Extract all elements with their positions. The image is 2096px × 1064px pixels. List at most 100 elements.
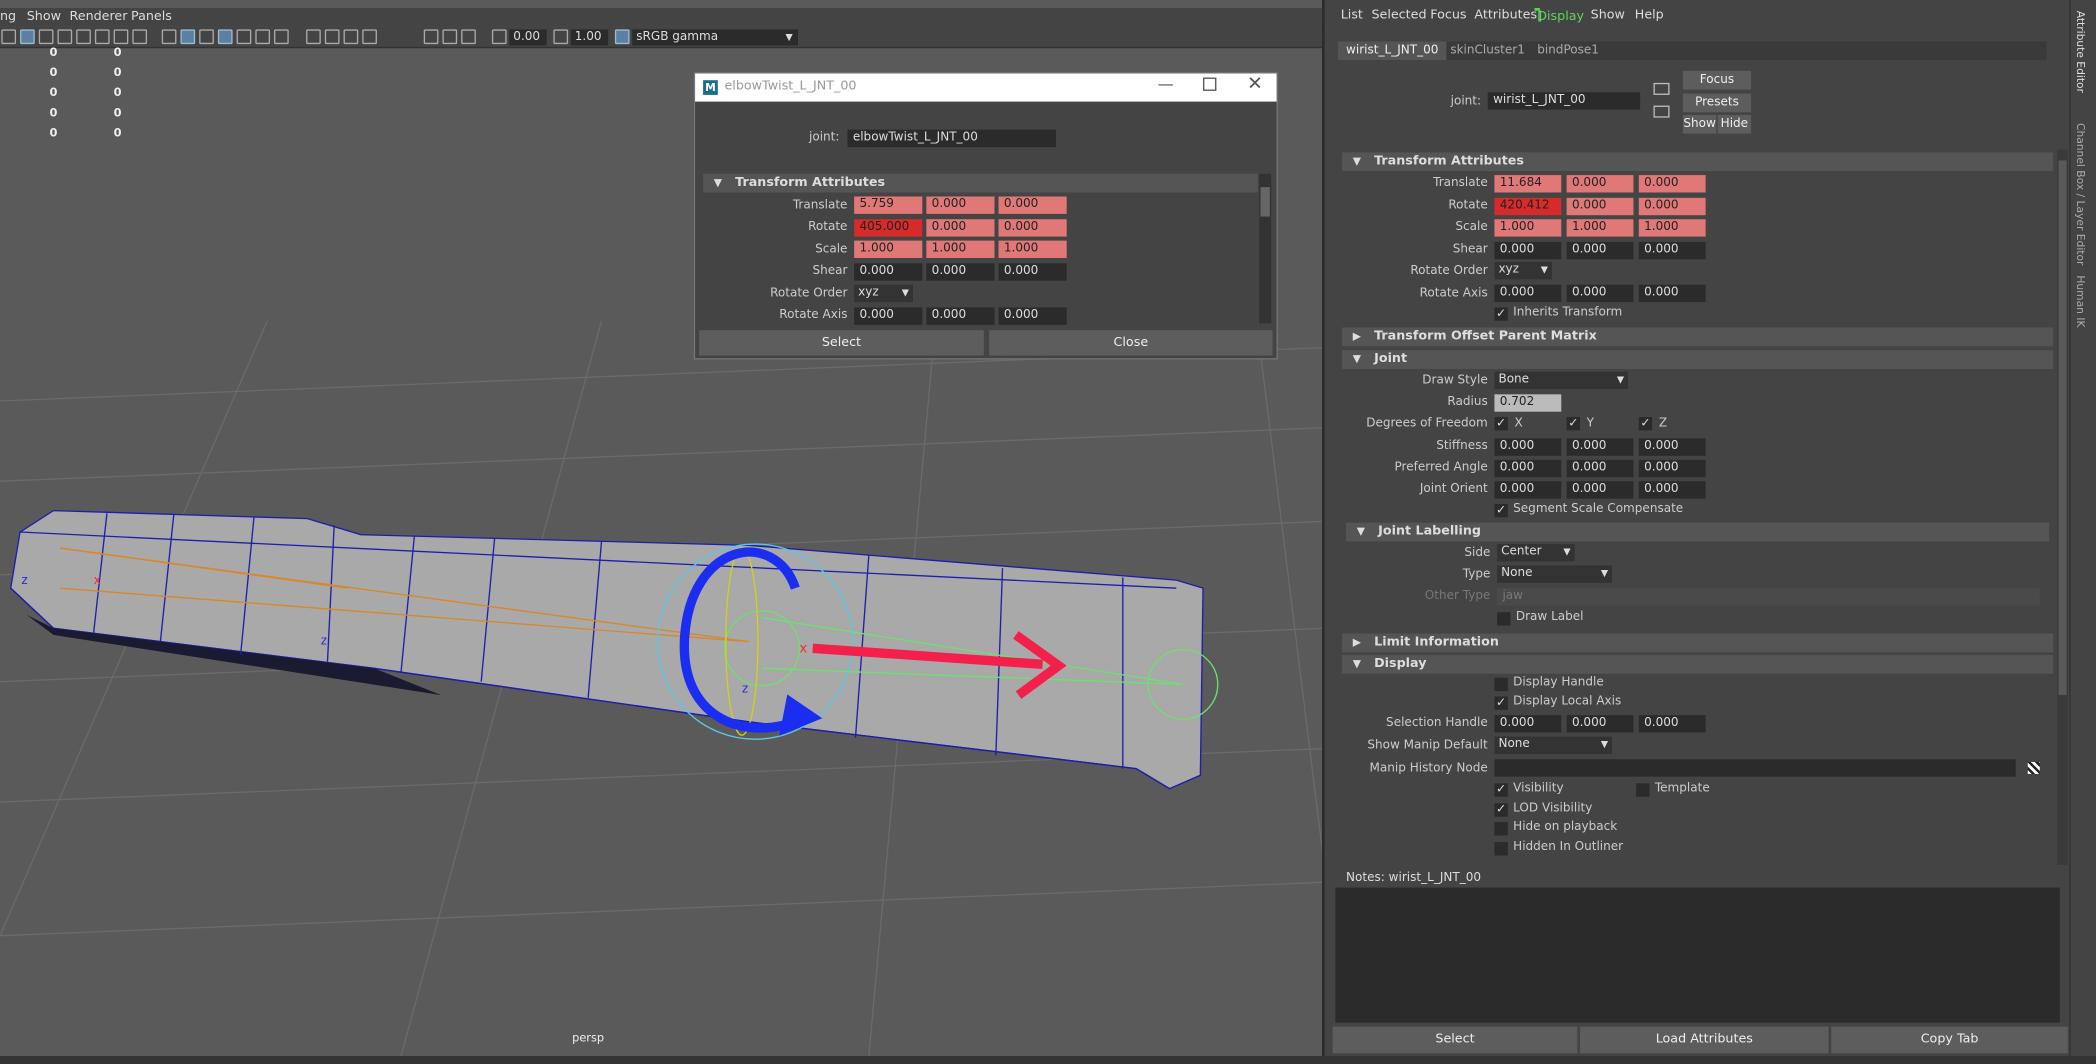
side-dropdown[interactable]: Center ▼ bbox=[1497, 544, 1575, 562]
focus-button[interactable]: Focus bbox=[1682, 70, 1752, 90]
rotate-axis-y-field[interactable]: 0.000 bbox=[926, 307, 995, 325]
show-manip-default-dropdown[interactable]: None ▼ bbox=[1494, 736, 1613, 754]
scale-x-field[interactable]: 1.000 bbox=[1494, 219, 1562, 237]
joint-float-window[interactable]: M elbowTwist_L_JNT_00 — ✕ joint: elbowTw… bbox=[693, 72, 1278, 360]
menu-attributes[interactable]: Attributes bbox=[1474, 8, 1537, 23]
preferred-angle-x-field[interactable]: 0.000 bbox=[1494, 459, 1562, 478]
rotate-axis-x-field[interactable]: 0.000 bbox=[1494, 284, 1562, 303]
stiffness-y-field[interactable]: 0.000 bbox=[1566, 438, 1634, 456]
viewport-panel[interactable]: x x z z z ng Show Renderer Panels 0.00 1… bbox=[0, 0, 1325, 1056]
dof-z-checkbox[interactable]: ✓ bbox=[1638, 417, 1653, 431]
hide-on-playback-checkbox[interactable] bbox=[1494, 822, 1508, 836]
menu-focus[interactable]: Focus bbox=[1430, 8, 1466, 23]
inherits-transform-checkbox[interactable]: ✓ bbox=[1494, 307, 1508, 321]
tab-wirist-joint[interactable]: wirist_L_JNT_00 bbox=[1338, 41, 1447, 61]
display-local-axis-checkbox[interactable]: ✓ bbox=[1494, 696, 1508, 710]
rotate-order-dropdown[interactable]: xyz ▼ bbox=[854, 284, 913, 303]
xray-active-icon[interactable] bbox=[461, 29, 476, 45]
select-button[interactable]: Select bbox=[1332, 1026, 1578, 1054]
tab-attribute-editor[interactable]: Attribute Editor bbox=[2075, 11, 2087, 93]
color-management-icon[interactable] bbox=[614, 29, 630, 45]
offset-matrix-header[interactable]: ▶ Transform Offset Parent Matrix bbox=[1342, 327, 2054, 347]
stiffness-z-field[interactable]: 0.000 bbox=[1638, 438, 1706, 456]
display-handle-checkbox[interactable] bbox=[1494, 677, 1508, 692]
rotate-axis-z-field[interactable]: 0.000 bbox=[998, 307, 1067, 325]
limit-information-header[interactable]: ▶ Limit Information bbox=[1342, 633, 2054, 653]
rotate-order-dropdown[interactable]: xyz ▼ bbox=[1494, 261, 1552, 280]
shear-z-field[interactable]: 0.000 bbox=[1638, 241, 1706, 260]
rotate-x-field[interactable]: 405.000 bbox=[854, 219, 923, 237]
shear-y-field[interactable]: 0.000 bbox=[1566, 241, 1634, 260]
dof-x-checkbox[interactable]: ✓ bbox=[1494, 417, 1508, 431]
rotate-axis-x-field[interactable]: 0.000 bbox=[854, 307, 923, 325]
hide-button[interactable]: Hide bbox=[1717, 114, 1752, 134]
field-chart-icon[interactable] bbox=[94, 29, 110, 45]
focus-node-icon[interactable] bbox=[1653, 82, 1670, 95]
template-checkbox[interactable] bbox=[1636, 783, 1650, 797]
vp-menu-renderer[interactable]: Renderer bbox=[70, 9, 128, 24]
menu-show[interactable]: Show bbox=[1591, 8, 1625, 23]
shear-x-field[interactable]: 0.000 bbox=[854, 263, 923, 281]
menu-help[interactable]: Help bbox=[1635, 8, 1664, 23]
joint-header[interactable]: ▼ Joint bbox=[1342, 350, 2054, 369]
resolution-gate-icon[interactable] bbox=[57, 29, 73, 45]
rotate-axis-z-field[interactable]: 0.000 bbox=[1638, 284, 1706, 303]
wireframe-icon[interactable] bbox=[161, 29, 177, 45]
view-transform-dropdown[interactable]: sRGB gamma ▼ bbox=[632, 29, 799, 46]
preferred-angle-y-field[interactable]: 0.000 bbox=[1566, 459, 1634, 478]
isolate-select-icon[interactable] bbox=[423, 29, 439, 45]
textured-icon[interactable] bbox=[236, 29, 252, 45]
scale-z-field[interactable]: 1.000 bbox=[1638, 219, 1706, 237]
hidden-in-outliner-checkbox[interactable] bbox=[1494, 842, 1508, 856]
rotate-y-field[interactable]: 0.000 bbox=[1566, 197, 1634, 216]
grid-icon[interactable] bbox=[20, 29, 35, 45]
tab-skincluster[interactable]: skinCluster1 bbox=[1442, 41, 1533, 60]
segment-scale-compensate-checkbox[interactable]: ✓ bbox=[1494, 503, 1508, 518]
translate-y-field[interactable]: 0.000 bbox=[926, 196, 995, 214]
select-button[interactable]: Select bbox=[699, 330, 984, 356]
translate-x-field[interactable]: 11.684 bbox=[1494, 175, 1562, 193]
copy-tab-icon[interactable] bbox=[1653, 105, 1670, 118]
safe-title-icon[interactable] bbox=[132, 29, 148, 45]
scale-z-field[interactable]: 1.000 bbox=[998, 240, 1067, 258]
translate-y-field[interactable]: 0.000 bbox=[1566, 175, 1634, 193]
rotate-x-field[interactable]: 420.412 bbox=[1494, 197, 1562, 216]
joint-name-field[interactable]: wirist_L_JNT_00 bbox=[1487, 92, 1641, 110]
translate-z-field[interactable]: 0.000 bbox=[998, 196, 1067, 214]
gate-mask-icon[interactable] bbox=[76, 29, 91, 45]
dof-y-checkbox[interactable]: ✓ bbox=[1566, 417, 1580, 431]
menu-selected[interactable]: Selected bbox=[1371, 8, 1426, 23]
xray-icon[interactable] bbox=[217, 29, 233, 45]
lod-visibility-checkbox[interactable]: ✓ bbox=[1494, 803, 1508, 817]
rotate-y-field[interactable]: 0.000 bbox=[926, 219, 995, 237]
attribute-scrollbar[interactable] bbox=[2057, 149, 2068, 865]
scale-y-field[interactable]: 1.000 bbox=[1566, 219, 1634, 237]
attribute-scroll-area[interactable]: ▼ Transform Attributes Translate 11.684 0… bbox=[1338, 150, 2057, 865]
selection-handle-z-field[interactable]: 0.000 bbox=[1638, 715, 1706, 733]
scrollbar-thumb[interactable] bbox=[1260, 187, 1270, 217]
film-gate-icon[interactable] bbox=[38, 29, 54, 45]
wireframe-on-shaded-icon[interactable] bbox=[199, 29, 214, 45]
window-titlebar[interactable]: M elbowTwist_L_JNT_00 — ✕ bbox=[695, 73, 1277, 102]
radius-field[interactable]: 0.702 bbox=[1494, 394, 1562, 412]
shadows-icon[interactable] bbox=[274, 29, 289, 45]
visibility-checkbox[interactable]: ✓ bbox=[1494, 783, 1508, 797]
rotate-z-field[interactable]: 0.000 bbox=[998, 219, 1067, 237]
close-icon[interactable]: ✕ bbox=[1247, 74, 1263, 95]
translate-z-field[interactable]: 0.000 bbox=[1638, 175, 1706, 193]
scrollbar-thumb[interactable] bbox=[2058, 160, 2067, 696]
shear-y-field[interactable]: 0.000 bbox=[926, 263, 995, 281]
show-button[interactable]: Show bbox=[1682, 114, 1717, 134]
transform-attributes-header[interactable]: ▼ Transform Attributes bbox=[1342, 152, 2054, 172]
transform-attributes-header[interactable]: ▼ Transform Attributes bbox=[703, 173, 1258, 193]
presets-button[interactable]: Presets bbox=[1682, 93, 1752, 113]
gamma-icon[interactable] bbox=[553, 29, 569, 45]
xray-joints-icon[interactable] bbox=[442, 29, 458, 45]
preferred-angle-z-field[interactable]: 0.000 bbox=[1638, 459, 1706, 478]
joint-labelling-header[interactable]: ▼ Joint Labelling bbox=[1346, 522, 2050, 542]
notes-textarea[interactable] bbox=[1335, 887, 2060, 1023]
display-header[interactable]: ▼ Display bbox=[1342, 654, 2054, 674]
selection-handle-x-field[interactable]: 0.000 bbox=[1494, 715, 1562, 733]
rotate-axis-y-field[interactable]: 0.000 bbox=[1566, 284, 1634, 303]
vertical-scrollbar[interactable] bbox=[1259, 173, 1272, 324]
